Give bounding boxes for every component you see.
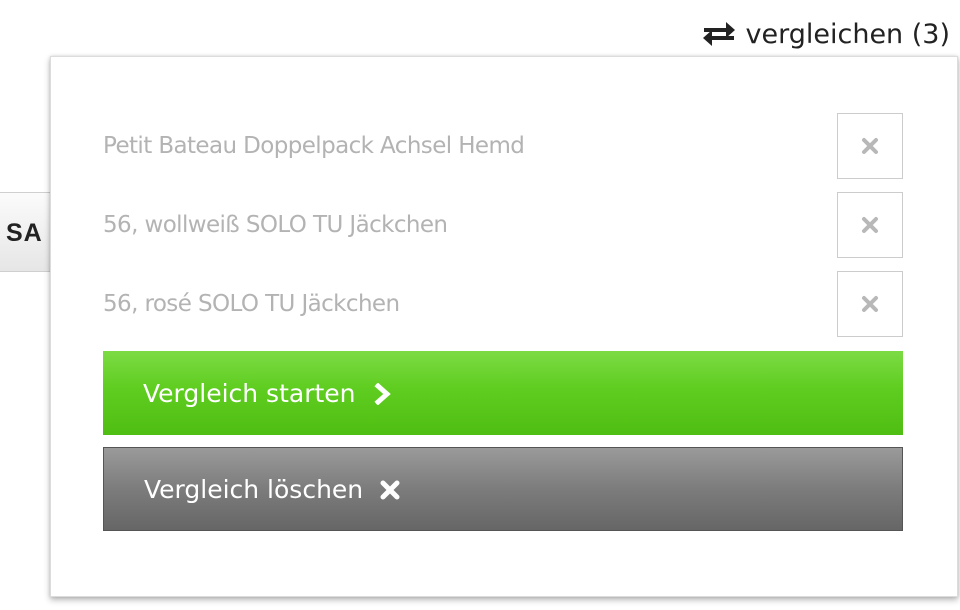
clear-compare-label: Vergleich löschen bbox=[144, 474, 364, 504]
remove-item-button[interactable] bbox=[837, 113, 903, 179]
close-icon bbox=[862, 296, 878, 312]
swap-arrows-icon bbox=[702, 19, 736, 49]
remove-item-button[interactable] bbox=[837, 271, 903, 337]
compare-item-name: 56, wollweiß SOLO TU Jäckchen bbox=[103, 212, 448, 238]
close-icon bbox=[862, 217, 878, 233]
clear-compare-button[interactable]: Vergleich löschen bbox=[103, 447, 903, 531]
background-button-label: SA bbox=[6, 219, 43, 247]
start-compare-label: Vergleich starten bbox=[143, 378, 356, 408]
close-icon bbox=[379, 478, 401, 500]
compare-item: 56, rosé SOLO TU Jäckchen bbox=[103, 271, 903, 337]
start-compare-button[interactable]: Vergleich starten bbox=[103, 351, 903, 435]
chevron-right-icon bbox=[372, 382, 394, 406]
compare-item: Petit Bateau Doppelpack Achsel Hemd bbox=[103, 113, 903, 179]
close-icon bbox=[862, 138, 878, 154]
page: SA vergleichen (3) Petit Bateau Doppelpa… bbox=[0, 0, 960, 610]
compare-item-name: Petit Bateau Doppelpack Achsel Hemd bbox=[103, 133, 525, 159]
compare-item: 56, wollweiß SOLO TU Jäckchen bbox=[103, 192, 903, 258]
compare-item-name: 56, rosé SOLO TU Jäckchen bbox=[103, 291, 400, 317]
compare-popup: Petit Bateau Doppelpack Achsel Hemd 56, … bbox=[50, 56, 958, 597]
compare-link-label: vergleichen (3) bbox=[745, 18, 950, 50]
remove-item-button[interactable] bbox=[837, 192, 903, 258]
compare-link[interactable]: vergleichen (3) bbox=[702, 16, 950, 52]
